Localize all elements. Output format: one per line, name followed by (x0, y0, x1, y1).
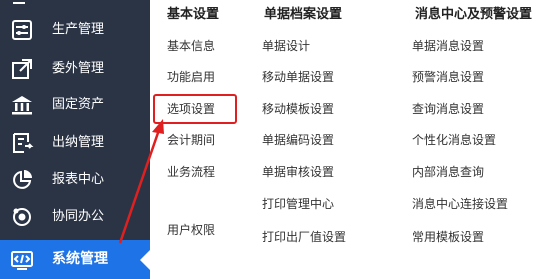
menu-item-document-design[interactable]: 单据设计 (262, 38, 310, 54)
menu-item-document-audit-settings[interactable]: 单据审核设置 (262, 164, 334, 180)
menu-item-common-template-settings[interactable]: 常用模板设置 (412, 229, 484, 245)
sidebar-item-label: 报表中心 (52, 172, 105, 187)
menu-item-print-management-center[interactable]: 打印管理中心 (262, 196, 334, 212)
menu-item-mobile-document-settings[interactable]: 移动单据设置 (262, 69, 334, 85)
sidebar-item-label: 协同办公 (52, 209, 105, 224)
sidebar-item-collaboration[interactable]: 协同办公 (0, 199, 150, 235)
bank-icon (10, 93, 34, 117)
sidebar-item-label: 生产管理 (52, 22, 105, 37)
sidebar-item-outsource[interactable]: 委外管理 (0, 51, 150, 87)
system-code-icon (10, 248, 34, 272)
column-title-document-archive-settings: 单据档案设置 (264, 7, 343, 22)
menu-item-basic-info[interactable]: 基本信息 (167, 38, 215, 54)
menu-item-business-process[interactable]: 业务流程 (167, 164, 215, 180)
cashier-icon (10, 131, 34, 155)
collaboration-icon (10, 205, 34, 229)
sidebar-item-label: 系统管理 (52, 251, 108, 267)
menu-item-accounting-period[interactable]: 会计期间 (167, 132, 215, 148)
menu-item-alert-message-settings[interactable]: 预警消息设置 (412, 69, 484, 85)
sidebar-item-label: 委外管理 (52, 61, 105, 76)
active-indicator-caret (140, 250, 150, 270)
menu-item-internal-message-query[interactable]: 内部消息查询 (412, 164, 484, 180)
sidebar-item-production[interactable] (0, 0, 150, 12)
column-title-message-center-alerts: 消息中心及预警设置 (415, 7, 533, 22)
sliders-icon (10, 18, 34, 42)
sidebar-item-reports[interactable]: 报表中心 (0, 162, 150, 198)
menu-item-message-center-connection-settings[interactable]: 消息中心连接设置 (412, 196, 508, 212)
sidebar-item-system-management[interactable]: 系统管理 (0, 240, 150, 279)
sidebar-item-label: 固定资产 (52, 97, 105, 112)
annotation-highlight-box (153, 94, 237, 124)
menu-item-document-code-settings[interactable]: 单据编码设置 (262, 132, 334, 148)
menu-item-print-factory-defaults[interactable]: 打印出厂值设置 (262, 229, 346, 245)
sidebar-item-label: 出纳管理 (52, 135, 105, 150)
sidebar: 生产管理 委外管理 固定资产 出纳管理 报表中心 协同办公 系统管理 (0, 0, 150, 279)
sidebar-item-production-mgmt[interactable]: 生产管理 (0, 12, 150, 48)
menu-item-mobile-template-settings[interactable]: 移动模板设置 (262, 101, 334, 117)
system-management-flyout-menu: 基本设置 基本信息 功能启用 选项设置 会计期间 业务流程 用户权限 单据档案设… (150, 0, 554, 279)
pie-chart-icon (10, 168, 34, 192)
sidebar-item-cashier[interactable]: 出纳管理 (0, 125, 150, 161)
sidebar-item-fixed-assets[interactable]: 固定资产 (0, 87, 150, 123)
menu-item-user-permissions[interactable]: 用户权限 (167, 222, 215, 238)
menu-item-personalized-message-settings[interactable]: 个性化消息设置 (412, 132, 496, 148)
menu-item-document-message-settings[interactable]: 单据消息设置 (412, 38, 484, 54)
menu-item-query-message-settings[interactable]: 查询消息设置 (412, 101, 484, 117)
column-title-basic-settings: 基本设置 (167, 7, 220, 22)
menu-item-feature-enable[interactable]: 功能启用 (167, 69, 215, 85)
outsource-icon (10, 57, 34, 81)
